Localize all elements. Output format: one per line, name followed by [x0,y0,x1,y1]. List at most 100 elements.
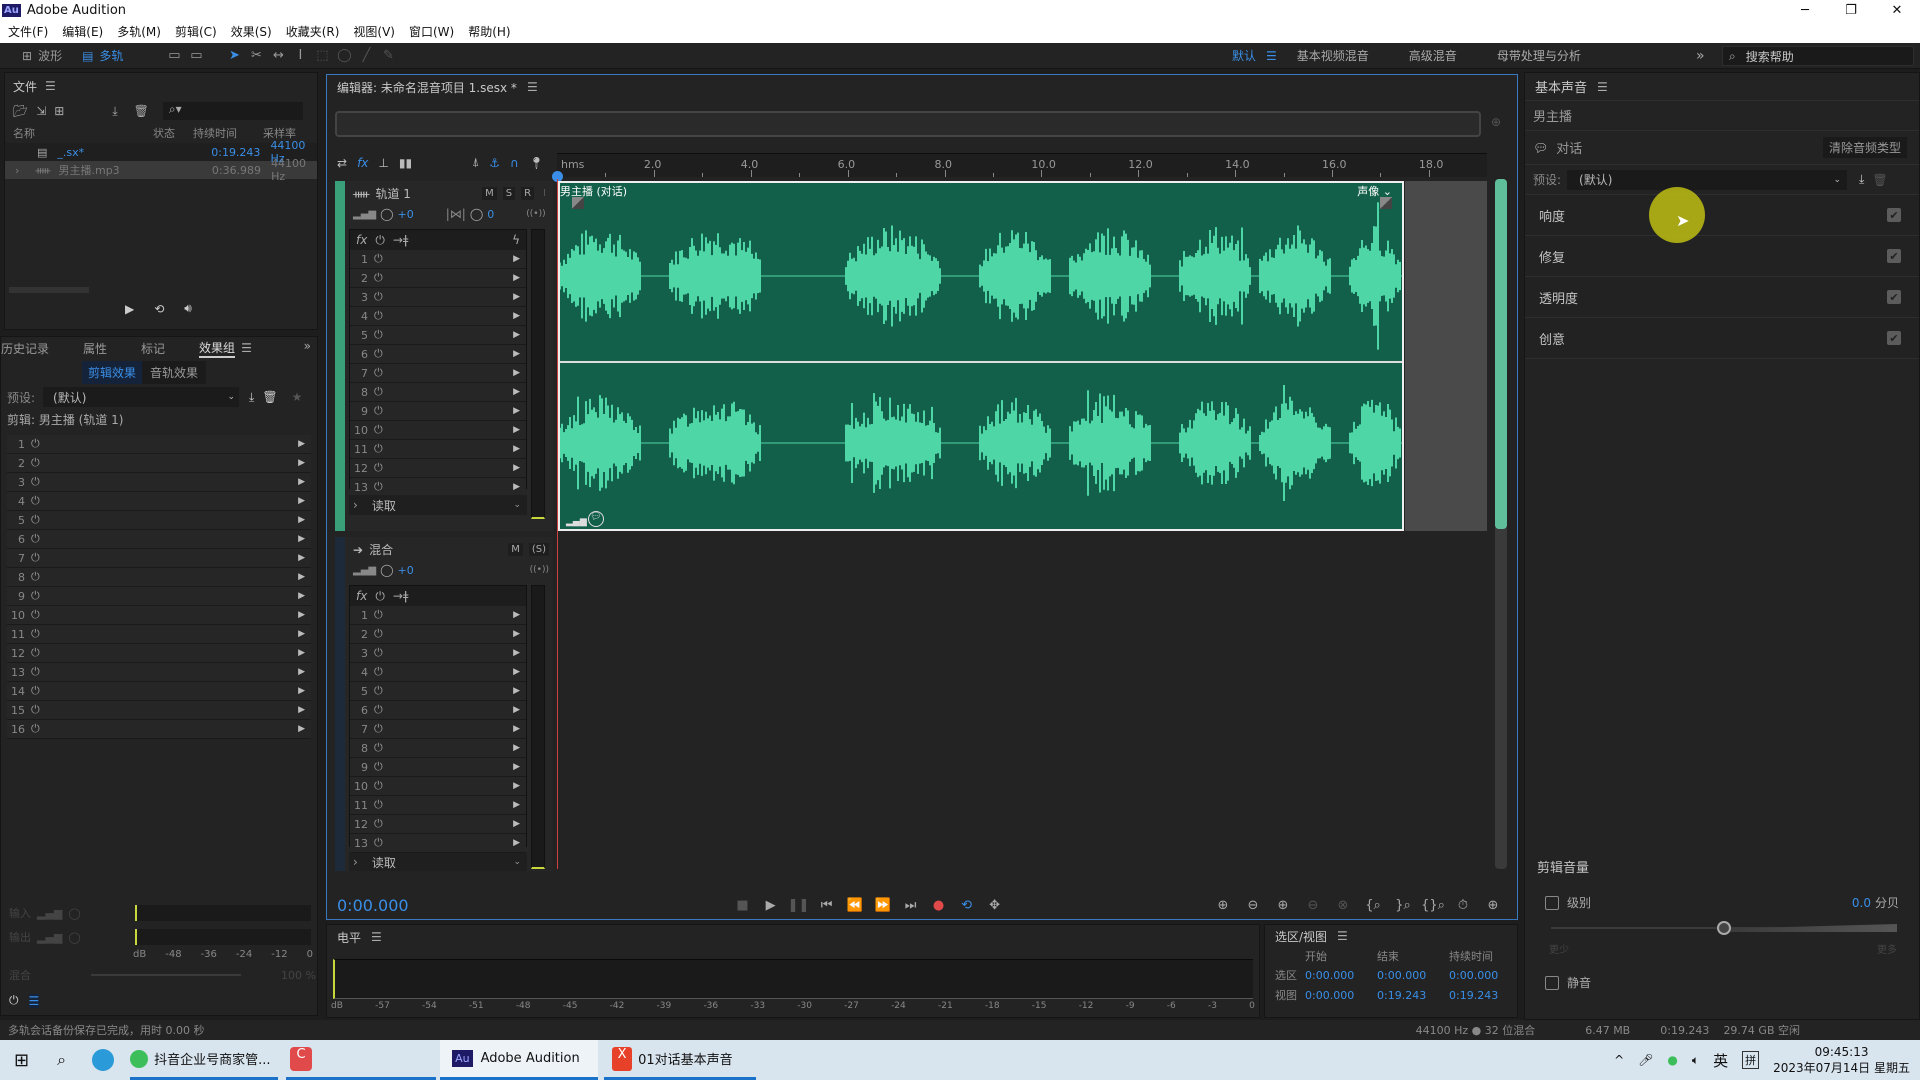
solo-button[interactable]: S [502,187,516,200]
slot-menu-arrow-icon[interactable]: ▶ [298,724,305,734]
effect-slot[interactable]: 1 ⏻ ▶ [7,435,311,454]
effect-slot[interactable]: 1 ⏻ ▶ [350,250,526,269]
automation-mode-dropdown[interactable]: › 读取 ⌄ [349,495,527,515]
slot-menu-arrow-icon[interactable]: ▶ [513,311,520,321]
power-icon[interactable]: ⏻ [31,684,45,698]
workspace-tab[interactable]: 默认 [1232,47,1256,64]
power-icon[interactable]: ⏻ [31,703,45,717]
razor-tool-icon[interactable]: ✂ [245,45,267,67]
preview-play-icon[interactable]: ▶ [125,302,134,316]
power-icon[interactable]: ⏻ [31,456,45,470]
slip-tool-icon[interactable]: ↔ [267,45,289,67]
effect-slot[interactable]: 9 ⏻ ▶ [350,402,526,421]
power-icon[interactable]: ⏻ [374,328,388,342]
record-button[interactable]: ● [925,893,953,917]
power-icon[interactable]: ⏻ [374,779,388,793]
rewind-button[interactable]: ⏪ [841,893,869,917]
new-file-icon[interactable]: ⊞ [54,104,64,118]
clip-effects-tab[interactable]: 剪辑效果 [81,360,142,384]
move-tool-icon[interactable]: ➤ [223,45,245,67]
effect-slot[interactable]: 13 ⏻ ▶ [7,663,311,682]
expand-chevron-icon[interactable]: › [15,164,19,177]
effect-slot[interactable]: 2 ⏻ ▶ [350,625,526,644]
power-icon[interactable]: ⏻ [374,366,388,380]
slot-menu-arrow-icon[interactable]: ▶ [513,667,520,677]
clear-audio-type-button[interactable]: 清除音频类型 [1822,137,1907,158]
collapse-panel-icon[interactable]: » [304,339,311,353]
output-knob[interactable]: ◯ [68,931,80,944]
menu-item[interactable]: 效果(S) [231,23,272,40]
multitrack-view-button[interactable]: ▤ 多轨 [82,47,123,64]
slot-menu-arrow-icon[interactable]: ▶ [513,463,520,473]
slot-menu-arrow-icon[interactable]: ▶ [298,572,305,582]
loop-button[interactable]: ⟲ [953,893,981,917]
magnet-icon[interactable]: ∩ [510,156,519,170]
effect-slot[interactable]: 3 ⏻ ▶ [350,288,526,307]
power-icon[interactable]: ⏻ [374,461,388,475]
slot-menu-arrow-icon[interactable]: ▶ [298,667,305,677]
slot-menu-arrow-icon[interactable]: ▶ [298,496,305,506]
essential-section-2[interactable]: 透明度 ✔ [1525,277,1919,318]
fx-power-icon[interactable]: ⏻ [375,589,385,604]
slot-menu-arrow-icon[interactable]: ▶ [298,515,305,525]
go-to-end-button[interactable]: ⏭ [897,893,925,917]
slot-menu-arrow-icon[interactable]: ▶ [298,534,305,544]
effect-slot[interactable]: 15 ⏻ ▶ [7,701,311,720]
slot-menu-arrow-icon[interactable]: ▶ [513,705,520,715]
slot-menu-arrow-icon[interactable]: ▶ [513,781,520,791]
mix-automation-dropdown[interactable]: › 读取 ⌄ [349,853,527,871]
slot-menu-arrow-icon[interactable]: ▶ [513,330,520,340]
panel-menu-icon[interactable]: ☰ [1597,80,1608,94]
network-icon[interactable]: ● [1667,1053,1677,1067]
effect-slot[interactable]: 6 ⏻ ▶ [350,701,526,720]
skip-selection-button[interactable]: ✥ [981,893,1009,917]
power-icon[interactable]: ⏻ [374,442,388,456]
taskbar-item-xmind[interactable]: X 01对话基本声音 [604,1040,757,1080]
section-checkbox[interactable]: ✔ [1887,208,1901,222]
panel-menu-icon[interactable]: ☰ [527,80,538,94]
effects-preset-dropdown[interactable]: (默认) ⌄ [43,387,240,407]
power-icon[interactable]: ⏻ [31,608,45,622]
slot-menu-arrow-icon[interactable]: ▶ [298,705,305,715]
taskbar-item-capcut[interactable]: C [286,1040,437,1080]
fx-power-icon[interactable]: ⏻ [375,233,385,248]
pan-knob[interactable]: ◯ [470,207,483,221]
col-name[interactable]: 名称 [13,125,153,141]
preview-loop-icon[interactable]: ⟲ [154,302,164,316]
essential-section-0[interactable]: 响度 ✔ [1525,195,1919,236]
go-to-start-button[interactable]: ⏮ [813,893,841,917]
panel-menu-icon[interactable]: ☰ [45,79,56,93]
current-time[interactable]: 0:00.000 [337,896,409,915]
slot-menu-arrow-icon[interactable]: ▶ [298,686,305,696]
slot-menu-arrow-icon[interactable]: ▶ [298,458,305,468]
clip-volume-icon[interactable]: ▂▄▆ [566,517,587,527]
delete-preset-icon[interactable]: 🗑︎ [262,390,277,404]
fx-toggle-icon[interactable]: fx [357,156,368,170]
menu-item[interactable]: 帮助(H) [468,23,510,40]
restore-button[interactable]: ❐ [1828,0,1874,20]
insert-multitrack-icon[interactable]: ⤓ [112,104,117,119]
record-arm-button[interactable]: R [521,187,535,200]
slot-menu-arrow-icon[interactable]: ▶ [513,273,520,283]
effect-slot[interactable]: 11 ⏻ ▶ [350,440,526,459]
power-icon[interactable]: ⏻ [374,608,388,622]
power-icon[interactable]: ⏻ [374,271,388,285]
power-icon[interactable]: ⏻ [374,760,388,774]
workspace-tab[interactable]: 母带处理与分析 [1497,47,1581,64]
power-icon[interactable]: ⏻ [374,627,388,641]
power-icon[interactable]: ⏻ [31,646,45,660]
level-checkbox[interactable] [1545,895,1559,910]
level-slider-knob[interactable] [1717,921,1731,935]
power-icon[interactable]: ⏻ [31,437,45,451]
slot-menu-arrow-icon[interactable]: ▶ [513,482,520,492]
slot-menu-arrow-icon[interactable]: ▶ [513,762,520,772]
input-monitor-button[interactable]: I [540,187,549,200]
power-icon[interactable]: ⏻ [31,513,45,527]
marker-pin-icon[interactable]: 📍︎ [529,156,544,170]
menu-item[interactable]: 多轨(M) [117,23,161,40]
time-selection-tool-icon[interactable]: I [289,45,311,67]
save-preset-icon[interactable]: ⤓ [1859,172,1864,187]
effect-slot[interactable]: 2 ⏻ ▶ [7,454,311,473]
save-preset-icon[interactable]: ⤓ [249,390,254,405]
stop-button[interactable]: ■ [729,893,757,917]
